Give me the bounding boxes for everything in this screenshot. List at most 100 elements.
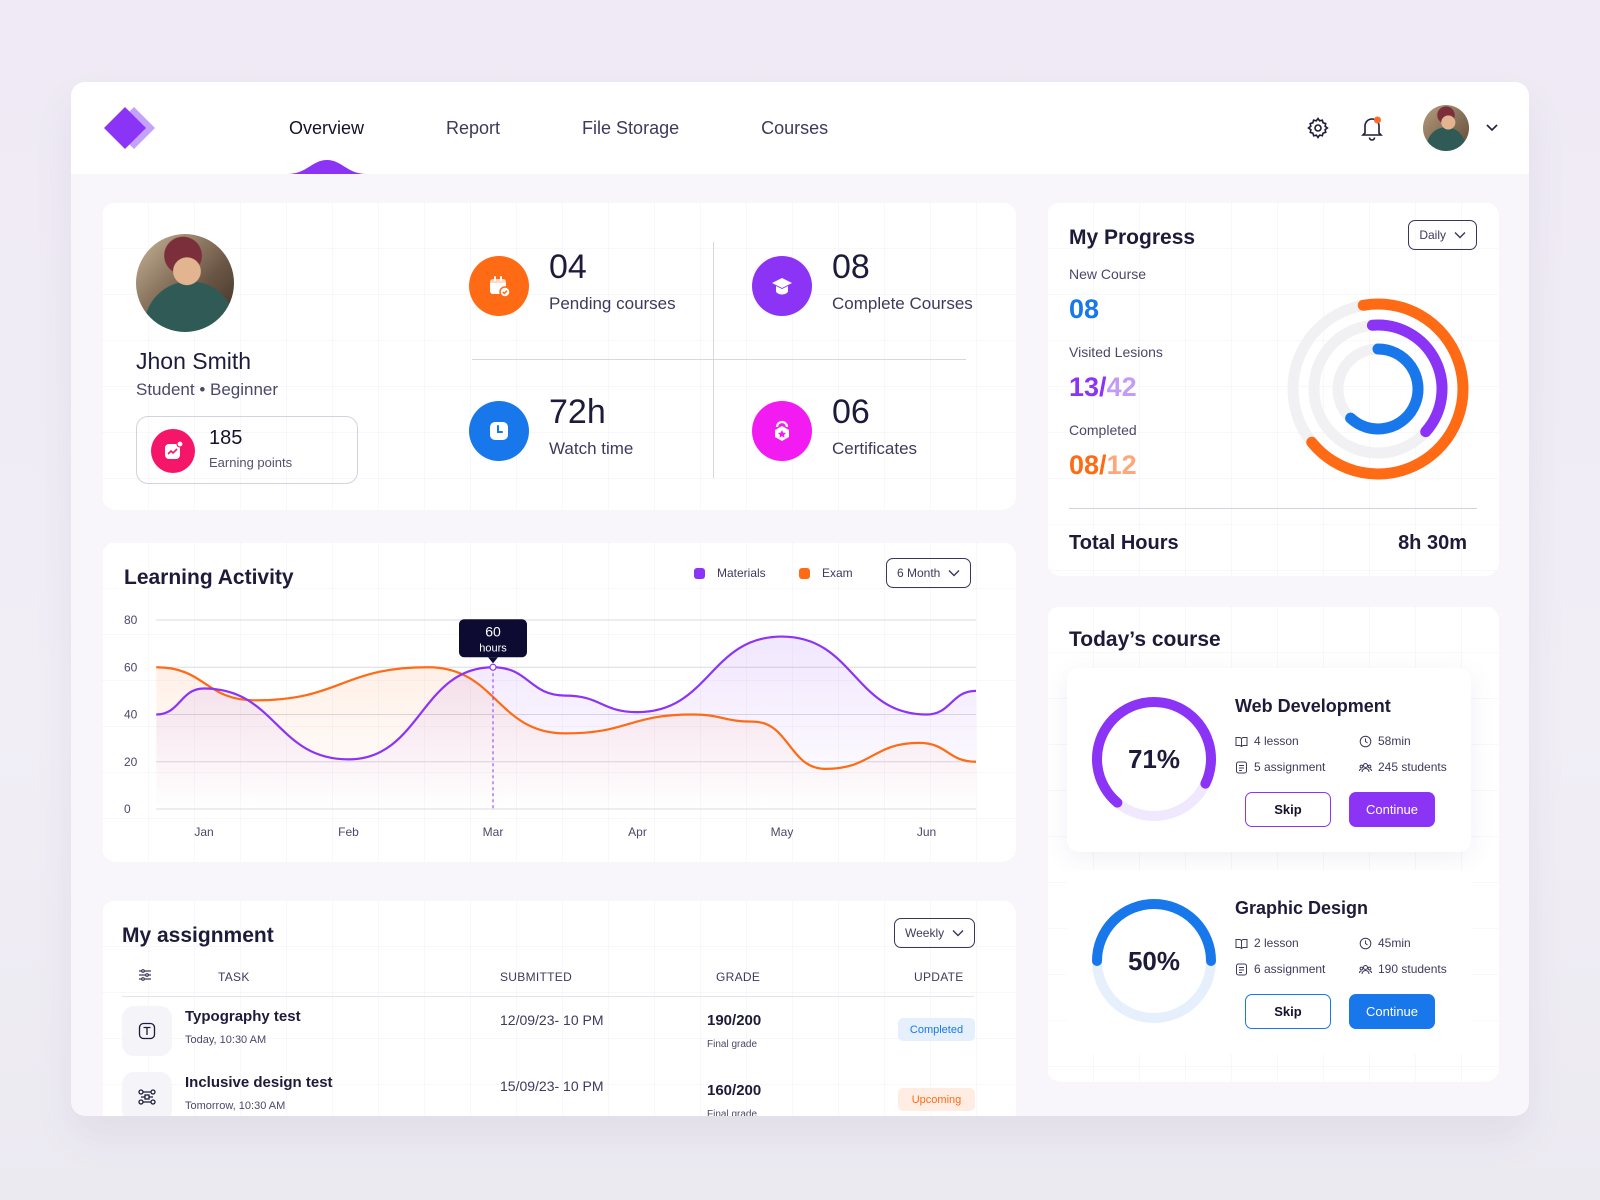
filter-button[interactable] <box>138 968 152 985</box>
user-avatar[interactable] <box>1423 105 1469 151</box>
users-icon <box>1359 762 1372 772</box>
grade-note: Final grade <box>707 1039 758 1050</box>
book-icon <box>1235 736 1248 747</box>
dashboard-window: Overview Report File Storage Courses Jho… <box>71 82 1529 1116</box>
column-header-task[interactable]: TASK <box>218 970 250 984</box>
profile-avatar <box>136 234 234 332</box>
meta-text: 6 assignment <box>1254 962 1326 976</box>
course-assignments: 5 assignment <box>1235 760 1325 774</box>
chart-tooltip: 60 hours <box>459 619 527 664</box>
grade-value: 160/200 <box>707 1082 762 1099</box>
points-label: Earning points <box>209 455 293 470</box>
top-navigation-bar: Overview Report File Storage Courses <box>71 82 1529 174</box>
course-title: Web Development <box>1235 696 1391 716</box>
book-icon <box>1235 938 1248 949</box>
course-item-graphic-design: 50% Graphic Design 2 lesson 45min 6 assi… <box>1067 870 1471 1054</box>
trending-chart-icon <box>151 429 195 473</box>
stat-value: 06 <box>832 393 870 431</box>
visited-lessons-label: Visited Lesions <box>1069 344 1163 360</box>
settings-button[interactable] <box>1303 113 1333 143</box>
stat-value: 04 <box>549 248 587 286</box>
profile-role: Student • Beginner <box>136 380 279 399</box>
completed-total: 12 <box>1106 450 1137 480</box>
account-menu-toggle[interactable] <box>1485 119 1499 137</box>
course-duration: 45min <box>1359 936 1411 950</box>
tooltip-pointer <box>488 657 498 664</box>
y-tick-label: 60 <box>124 660 138 674</box>
stat-label: Pending courses <box>549 294 676 313</box>
skip-button[interactable]: Skip <box>1245 994 1331 1029</box>
clock-icon <box>469 401 529 461</box>
y-tick-label: 80 <box>124 613 138 627</box>
x-tick-label: Apr <box>628 825 647 839</box>
assignment-period-dropdown[interactable]: Weekly <box>894 918 976 948</box>
earning-points-box: 185 Earning points <box>136 416 358 484</box>
logo-icon[interactable] <box>101 104 157 152</box>
todays-course-title: Today’s course <box>1069 628 1221 651</box>
todays-course-card: Today’s course 71% Web Development 4 les… <box>1047 606 1499 1082</box>
assignment-title: My assignment <box>122 924 274 947</box>
users-icon <box>1359 964 1372 974</box>
nav-tab-label: Overview <box>289 117 365 138</box>
tooltip-unit: hours <box>479 642 507 654</box>
y-tick-label: 0 <box>124 802 131 816</box>
separator: / <box>1099 372 1107 402</box>
nav-tab-label: Courses <box>761 117 829 138</box>
y-tick-label: 40 <box>124 708 138 722</box>
column-header-update[interactable]: UPDATE <box>914 970 964 984</box>
stats-divider-vertical <box>713 242 714 478</box>
chevron-down-icon <box>1486 124 1498 132</box>
course-students: 190 students <box>1359 962 1447 976</box>
continue-button[interactable]: Continue <box>1349 792 1435 827</box>
new-course-value: 08 <box>1069 294 1100 324</box>
skip-button[interactable]: Skip <box>1245 792 1331 827</box>
profile-name: Jhon Smith <box>136 348 252 374</box>
progress-period-dropdown[interactable]: Daily <box>1408 220 1477 250</box>
tooltip-value: 60 <box>485 623 501 639</box>
document-icon <box>1236 963 1247 975</box>
stat-value: 72h <box>549 393 606 431</box>
visited-lessons-value: 13/42 <box>1069 372 1137 403</box>
graduation-cap-icon <box>752 256 812 316</box>
column-header-submitted[interactable]: SUBMITTED <box>500 970 572 984</box>
submitted-date: 12/09/23- 10 PM <box>500 1012 604 1028</box>
clock-icon <box>1359 735 1372 747</box>
total-hours-label: Total Hours <box>1069 532 1179 554</box>
column-header-grade[interactable]: GRADE <box>716 970 760 984</box>
table-row[interactable]: Inclusive design test Tomorrow, 10:30 AM… <box>102 1072 1016 1116</box>
x-tick-label: Jun <box>917 825 936 839</box>
my-assignment-card: My assignment Weekly TASK SUBMITTED GRAD… <box>102 900 1016 1116</box>
active-tab-indicator <box>286 160 367 174</box>
clock-icon <box>1359 937 1372 949</box>
course-title: Graphic Design <box>1235 898 1369 918</box>
x-tick-label: Jan <box>194 825 213 839</box>
nav-tab-report[interactable]: Report <box>446 82 500 174</box>
certificate-icon <box>752 401 812 461</box>
total-hours-value: 8h 30m <box>1398 532 1467 554</box>
task-name: Inclusive design test <box>185 1074 333 1091</box>
nav-tab-overview[interactable]: Overview <box>286 82 367 174</box>
progress-rings-chart <box>1287 298 1469 480</box>
document-icon <box>1236 761 1247 773</box>
nav-tab-courses[interactable]: Courses <box>761 82 828 174</box>
sliders-icon <box>139 969 151 981</box>
ring-arc-new <box>1345 343 1424 435</box>
table-header-divider <box>122 996 974 997</box>
design-nodes-icon <box>122 1072 172 1116</box>
header-actions <box>1279 104 1499 152</box>
task-time: Tomorrow, 10:30 AM <box>185 1100 286 1112</box>
x-tick-label: Feb <box>338 825 359 839</box>
table-row[interactable]: Typography test Today, 10:30 AM 12/09/23… <box>102 1006 1016 1066</box>
meta-text: 5 assignment <box>1254 760 1326 774</box>
course-lessons: 4 lesson <box>1235 734 1299 748</box>
nav-tab-file-storage[interactable]: File Storage <box>582 82 679 174</box>
notifications-button[interactable] <box>1357 113 1387 143</box>
status-badge: Upcoming <box>898 1088 975 1111</box>
nav-tab-label: Report <box>446 117 501 138</box>
meta-text: 245 students <box>1378 760 1447 774</box>
stat-label: Complete Courses <box>832 294 973 313</box>
learning-activity-card: Learning Activity Materials Exam 6 Month… <box>102 542 1016 862</box>
continue-button[interactable]: Continue <box>1349 994 1435 1029</box>
chevron-down-icon <box>1454 232 1466 239</box>
meta-text: 58min <box>1378 734 1411 748</box>
